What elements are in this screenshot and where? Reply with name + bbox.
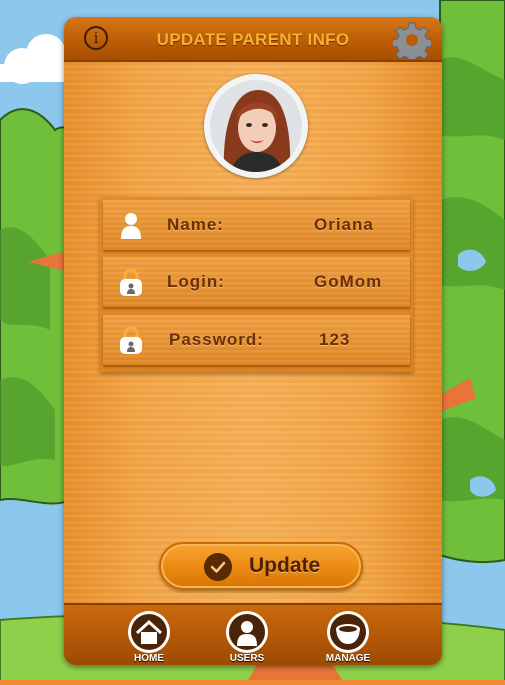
users-icon (226, 611, 268, 653)
login-value: GoMom (314, 272, 383, 291)
bottom-nav: HOME USERS MANAGE (64, 603, 442, 665)
lock-icon (120, 326, 142, 354)
name-value: Oriana (314, 215, 374, 234)
header-bar: i UPDATE PARENT INFO (64, 17, 442, 62)
nav-users-label: USERS (229, 653, 265, 664)
update-parent-info-panel: i UPDATE PARENT INFO Name: Oriana Login:… (64, 17, 442, 665)
password-row[interactable]: Password: 123 (103, 315, 410, 365)
name-row[interactable]: Name: Oriana (103, 200, 410, 250)
update-button-label: Update (249, 554, 321, 577)
password-value: 123 (319, 330, 351, 349)
name-label: Name: (167, 215, 224, 234)
password-label: Password: (169, 330, 264, 349)
login-row[interactable]: Login: GoMom (103, 257, 410, 307)
gear-icon[interactable] (393, 21, 431, 59)
login-label: Login: (167, 272, 225, 291)
nav-users[interactable]: USERS (212, 609, 282, 665)
update-button[interactable]: Update (159, 542, 363, 590)
page-title: UPDATE PARENT INFO (156, 30, 350, 49)
nav-home[interactable]: HOME (114, 609, 184, 665)
check-icon (204, 553, 232, 581)
nav-home-label: HOME (134, 653, 164, 664)
avatar-photo (210, 80, 302, 172)
user-icon (121, 213, 141, 239)
home-icon (128, 611, 170, 653)
profile-avatar[interactable] (204, 74, 308, 178)
nav-manage[interactable]: MANAGE (313, 609, 383, 665)
profile-fields: Name: Oriana Login: GoMom Password: 123 (100, 197, 413, 372)
nav-manage-label: MANAGE (325, 653, 371, 664)
manage-icon (327, 611, 369, 653)
lock-icon (120, 268, 142, 296)
